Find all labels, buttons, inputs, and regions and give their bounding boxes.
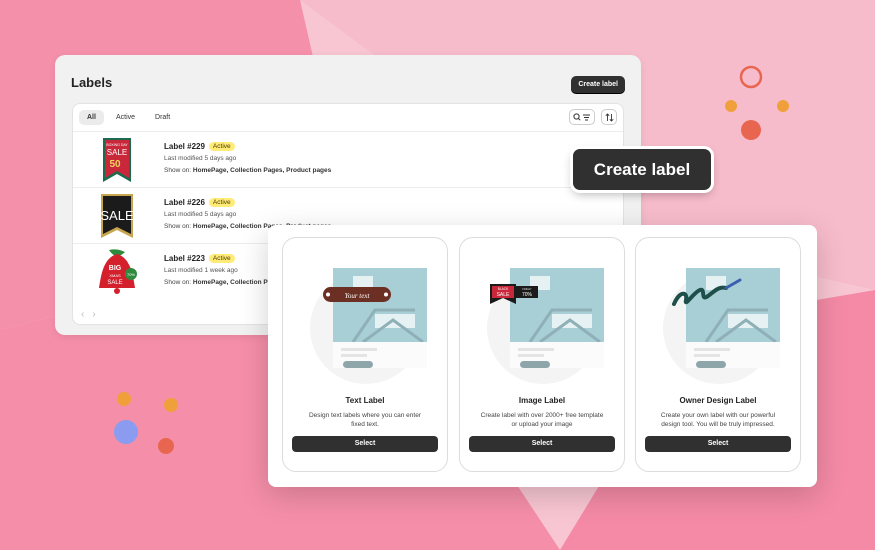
next-page-icon[interactable]: › — [92, 309, 95, 320]
search-icon — [573, 112, 590, 121]
select-button[interactable]: Select — [292, 436, 438, 452]
search-filter-button[interactable] — [569, 109, 595, 125]
option-title: Text Label — [345, 396, 385, 405]
svg-text:BIG: BIG — [109, 265, 122, 272]
svg-text:SALE: SALE — [100, 208, 134, 223]
option-title: Owner Design Label — [679, 396, 757, 405]
create-label-button-large[interactable]: Create label — [573, 149, 711, 190]
toolbar — [569, 109, 617, 125]
dot — [158, 438, 174, 454]
svg-text:FRIDAY: FRIDAY — [522, 287, 532, 291]
select-button[interactable]: Select — [645, 436, 791, 452]
status-badge: Active — [208, 198, 235, 207]
label-type-selector: Your text Text Label Design text labels … — [268, 225, 817, 487]
sort-button[interactable] — [601, 109, 617, 125]
svg-text:SALE: SALE — [107, 280, 122, 286]
dot — [164, 398, 178, 412]
show-on: Show on: HomePage, Collection Pages, Pro… — [164, 167, 332, 174]
option-owner-design-label[interactable]: Owner Design Label Create your own label… — [635, 237, 801, 472]
dot — [117, 392, 131, 406]
image-label-illustration: BLACK SALE FRIDAY 70% — [487, 268, 604, 384]
dot — [777, 100, 789, 112]
label-title[interactable]: Label #229 — [164, 142, 205, 151]
svg-text:70%: 70% — [127, 272, 135, 277]
option-description: Create your own label with our powerful … — [660, 412, 776, 429]
label-thumbnail: BOXING DAY SALE 50 — [103, 138, 131, 182]
last-modified: Last modified 5 days ago — [164, 211, 237, 218]
status-badge: Active — [208, 142, 235, 151]
page-title: Labels — [71, 75, 113, 90]
select-button[interactable]: Select — [469, 436, 615, 452]
svg-text:SALE: SALE — [497, 292, 510, 298]
svg-text:50: 50 — [109, 159, 121, 170]
svg-text:BLACK: BLACK — [498, 287, 509, 291]
tab-active[interactable]: Active — [108, 110, 143, 125]
option-description: Design text labels where you can enter f… — [308, 412, 421, 429]
sort-icon — [604, 112, 614, 122]
option-text-label[interactable]: Your text Text Label Design text labels … — [282, 237, 448, 472]
svg-text:XMAS: XMAS — [109, 273, 121, 278]
label-row[interactable]: BOXING DAY SALE 50 Label #229 Active Las… — [73, 131, 623, 187]
dot — [114, 420, 138, 444]
option-image-label[interactable]: BLACK SALE FRIDAY 70% Image Label Create… — [459, 237, 625, 472]
label-title[interactable]: Label #223 — [164, 254, 205, 263]
label-title[interactable]: Label #226 — [164, 198, 205, 207]
svg-text:70%: 70% — [522, 292, 533, 298]
pagination: ‹ › — [81, 309, 96, 320]
tab-draft[interactable]: Draft — [147, 110, 178, 125]
status-badge: Active — [208, 254, 235, 263]
label-thumbnail: BIG XMAS SALE 70% — [99, 249, 137, 294]
svg-text:BOXING DAY: BOXING DAY — [106, 143, 128, 147]
svg-text:SALE: SALE — [107, 148, 127, 157]
text-label-illustration: Your text — [310, 268, 427, 384]
last-modified: Last modified 5 days ago — [164, 155, 237, 162]
owner-design-illustration — [663, 268, 780, 384]
create-label-button[interactable]: Create label — [571, 76, 625, 93]
dot — [725, 100, 737, 112]
sample-text: Your text — [345, 292, 371, 300]
dot — [741, 120, 761, 140]
option-description: Create label with over 2000+ free templa… — [480, 412, 604, 429]
last-modified: Last modified 1 week ago — [164, 267, 238, 274]
prev-page-icon[interactable]: ‹ — [81, 309, 84, 320]
label-thumbnail: SALE — [100, 194, 134, 238]
tab-all[interactable]: All — [79, 110, 104, 125]
option-title: Image Label — [518, 396, 566, 405]
tabs: All Active Draft — [79, 110, 178, 125]
